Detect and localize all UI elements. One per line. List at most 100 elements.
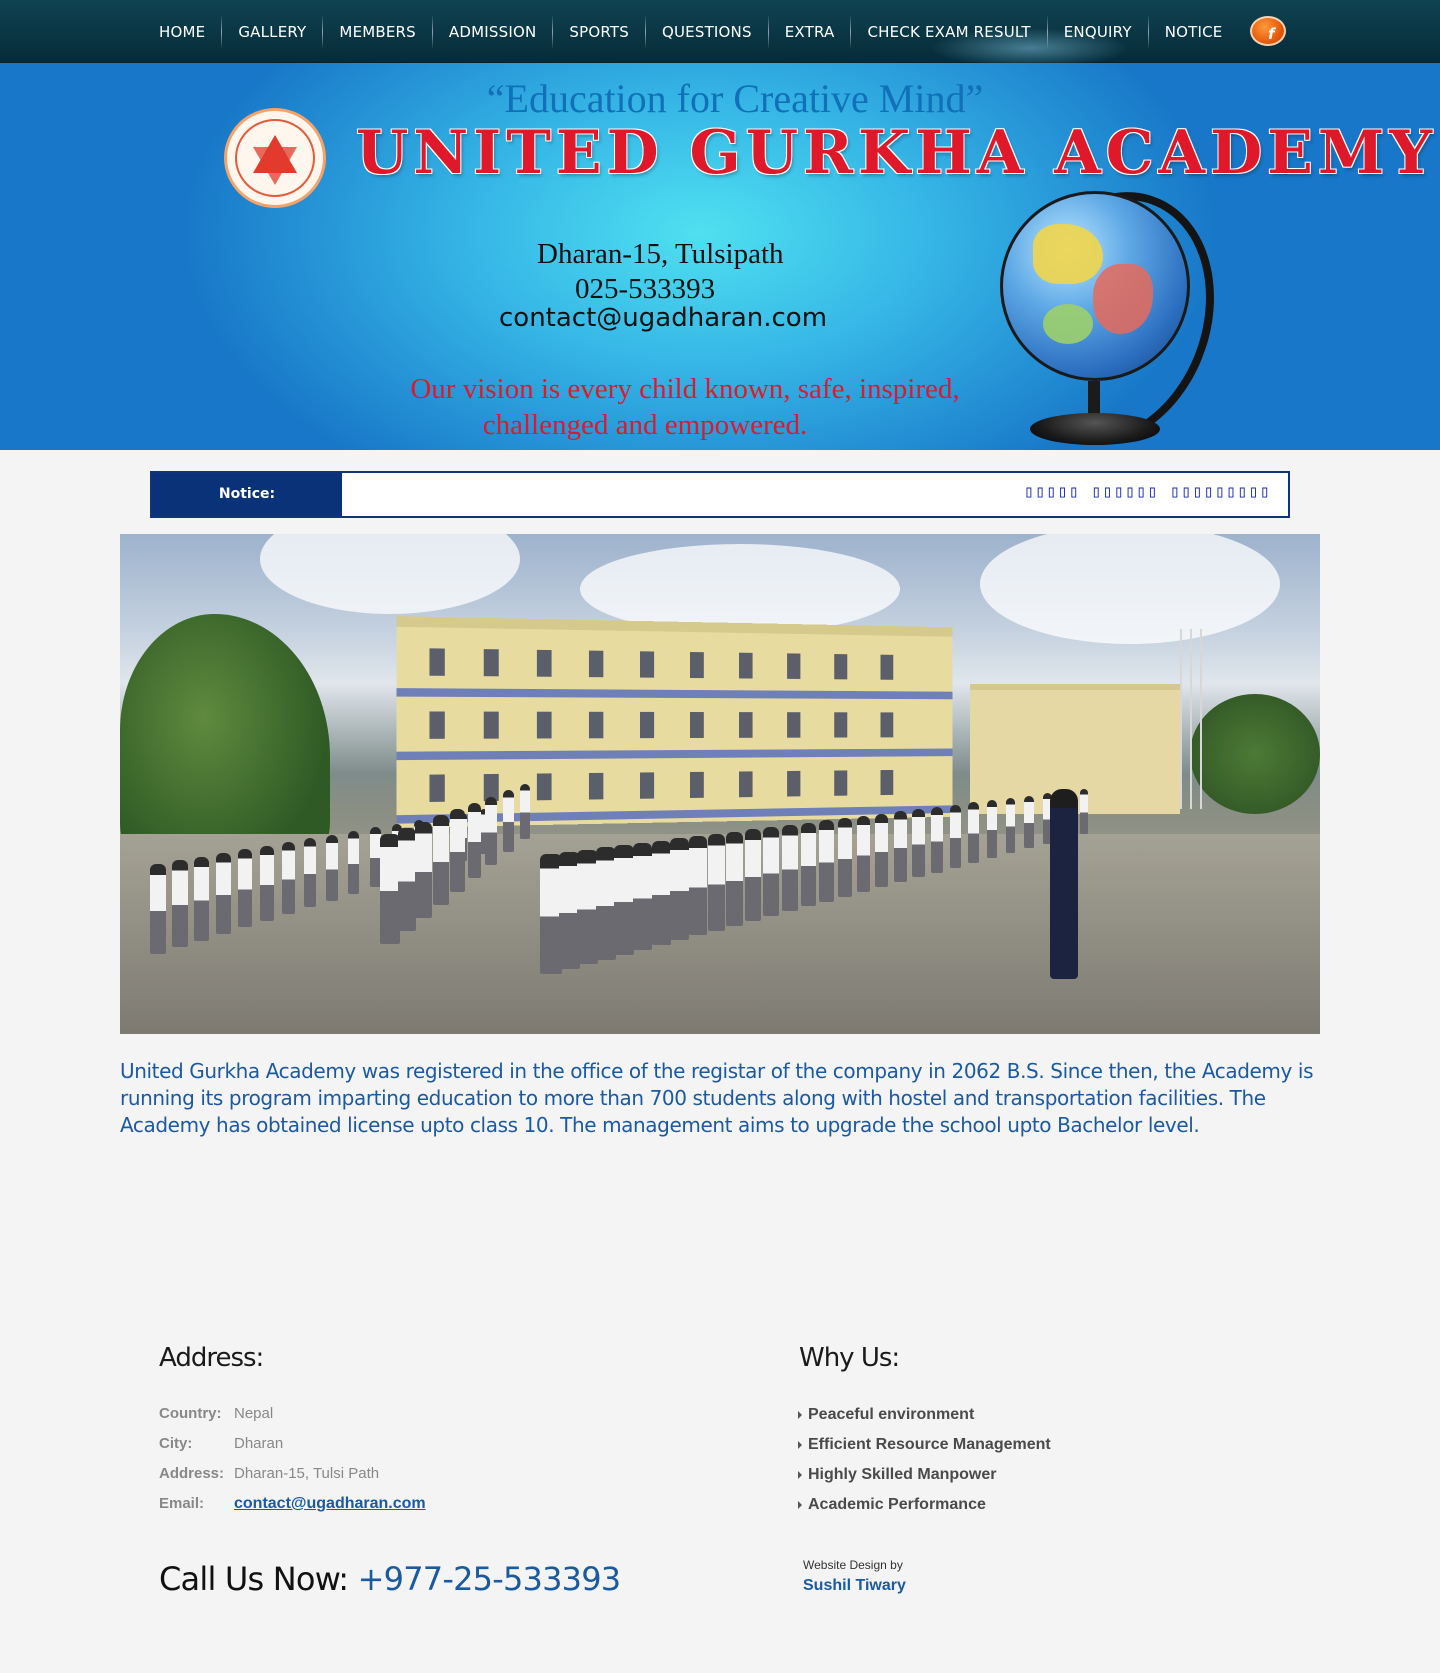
- nav-menu: HOME GALLERY MEMBERS ADMISSION SPORTS QU…: [143, 0, 1238, 63]
- student-figure: [633, 843, 652, 950]
- notice-marquee: ▯▯▯▯▯ ▯▯▯▯▯▯ ▯▯▯▯▯▯▯▯▯: [357, 477, 1275, 510]
- why-us-item: Peaceful environment: [798, 1400, 1051, 1430]
- call-us-number[interactable]: +977-25-533393: [358, 1560, 621, 1598]
- flagpole: [1190, 629, 1192, 809]
- student-figure: [857, 816, 871, 892]
- building-window: [537, 773, 552, 800]
- call-us: Call Us Now: +977-25-533393: [159, 1560, 620, 1598]
- building-window: [537, 650, 552, 677]
- nav-item-enquiry: ENQUIRY: [1048, 0, 1148, 63]
- header-banner: “Education for Creative Mind” UNITED GUR…: [0, 63, 1440, 450]
- building-window: [834, 654, 847, 679]
- globe-icon: [1000, 191, 1190, 381]
- building-window: [690, 712, 704, 738]
- building-window: [429, 648, 444, 675]
- student-figure: [596, 847, 616, 959]
- building-window: [484, 649, 499, 676]
- nav-item-admission: ADMISSION: [433, 0, 552, 63]
- student-figure: [1006, 798, 1016, 853]
- school-assembly-photo: [120, 534, 1320, 1034]
- nav-item-extra: EXTRA: [769, 0, 851, 63]
- why-us-list: Peaceful environment Efficient Resource …: [798, 1400, 1051, 1520]
- cloud: [260, 534, 520, 614]
- credit-link[interactable]: Sushil Tiwary: [803, 1577, 906, 1595]
- notice-marquee-text[interactable]: ▯▯▯▯▯ ▯▯▯▯▯▯ ▯▯▯▯▯▯▯▯▯: [1024, 482, 1271, 502]
- banner-motto: “Education for Creative Mind”: [0, 75, 1440, 122]
- nav-link-extra[interactable]: EXTRA: [769, 16, 851, 48]
- nav-link-home[interactable]: HOME: [143, 16, 221, 48]
- student-figure: [304, 838, 316, 907]
- building-window: [589, 712, 603, 739]
- student-figure: [968, 802, 979, 863]
- building-window: [589, 651, 603, 678]
- building-window: [787, 771, 800, 797]
- student-figure: [260, 846, 274, 921]
- building-window: [739, 653, 753, 679]
- student-figure: [838, 818, 852, 897]
- globe-landmass: [1093, 264, 1153, 334]
- student-figure: [931, 807, 943, 873]
- nav-link-sports[interactable]: SPORTS: [553, 16, 645, 48]
- student-figure: [894, 811, 907, 882]
- nav-item-notice: NOTICE: [1149, 0, 1239, 63]
- nav-link-notice[interactable]: NOTICE: [1149, 16, 1239, 48]
- address-label: Address:: [159, 1465, 224, 1482]
- nav-link-enquiry[interactable]: ENQUIRY: [1048, 16, 1148, 48]
- building-window: [739, 712, 753, 738]
- student-figure: [801, 823, 816, 907]
- building-window: [429, 774, 444, 802]
- credit-label: Website Design by: [803, 1558, 903, 1572]
- student-figure: [950, 805, 961, 868]
- country-value: Nepal: [234, 1405, 273, 1422]
- why-us-item-label: Peaceful environment: [808, 1406, 974, 1424]
- caret-right-icon: [798, 1441, 802, 1449]
- teacher-figure: [1050, 789, 1078, 979]
- student-figure: [577, 850, 598, 965]
- student-figure: [398, 828, 417, 931]
- building-window: [880, 770, 893, 795]
- building-window: [640, 712, 654, 738]
- student-figure: [726, 832, 743, 926]
- student-figure: [380, 834, 400, 944]
- building-window: [739, 771, 753, 797]
- nav-item-questions: QUESTIONS: [646, 0, 768, 63]
- building-floor-band: [396, 688, 952, 699]
- why-us-item: Academic Performance: [798, 1490, 1051, 1520]
- student-figure: [819, 820, 834, 901]
- nav-link-check-exam-result[interactable]: CHECK EXAM RESULT: [851, 16, 1046, 48]
- why-us-item: Highly Skilled Manpower: [798, 1460, 1051, 1490]
- facebook-icon[interactable]: f: [1250, 16, 1286, 46]
- nav-link-questions[interactable]: QUESTIONS: [646, 16, 768, 48]
- building-window: [640, 651, 654, 677]
- nav-link-members[interactable]: MEMBERS: [323, 16, 431, 48]
- student-figure: [194, 857, 209, 941]
- banner-address: Dharan-15, Tulsipath: [537, 238, 784, 271]
- email-link[interactable]: contact@ugadharan.com: [234, 1495, 426, 1513]
- nav-link-gallery[interactable]: GALLERY: [222, 16, 322, 48]
- school-building: [396, 616, 952, 828]
- building-window: [787, 712, 800, 737]
- caret-right-icon: [798, 1471, 802, 1479]
- address-heading: Address:: [159, 1343, 263, 1373]
- why-us-item: Efficient Resource Management: [798, 1430, 1051, 1460]
- student-figure: [652, 841, 671, 945]
- city-value: Dharan: [234, 1435, 283, 1452]
- student-figure: [614, 845, 634, 955]
- nav-link-admission[interactable]: ADMISSION: [433, 16, 552, 48]
- nav-item-members: MEMBERS: [323, 0, 431, 63]
- building-window: [589, 773, 603, 800]
- why-us-heading: Why Us:: [799, 1343, 899, 1373]
- nav-item-home: HOME: [143, 0, 221, 63]
- country-label: Country:: [159, 1405, 222, 1422]
- building-window: [880, 712, 893, 737]
- student-figure: [238, 849, 252, 927]
- trees-right: [1190, 694, 1320, 814]
- building-window: [834, 770, 847, 795]
- city-label: City:: [159, 1435, 192, 1452]
- student-figure: [1080, 789, 1088, 834]
- student-figure: [485, 797, 497, 866]
- student-figure: [520, 784, 530, 839]
- cloud: [980, 534, 1280, 644]
- student-figure: [745, 829, 761, 921]
- about-paragraph: United Gurkha Academy was registered in …: [120, 1058, 1325, 1139]
